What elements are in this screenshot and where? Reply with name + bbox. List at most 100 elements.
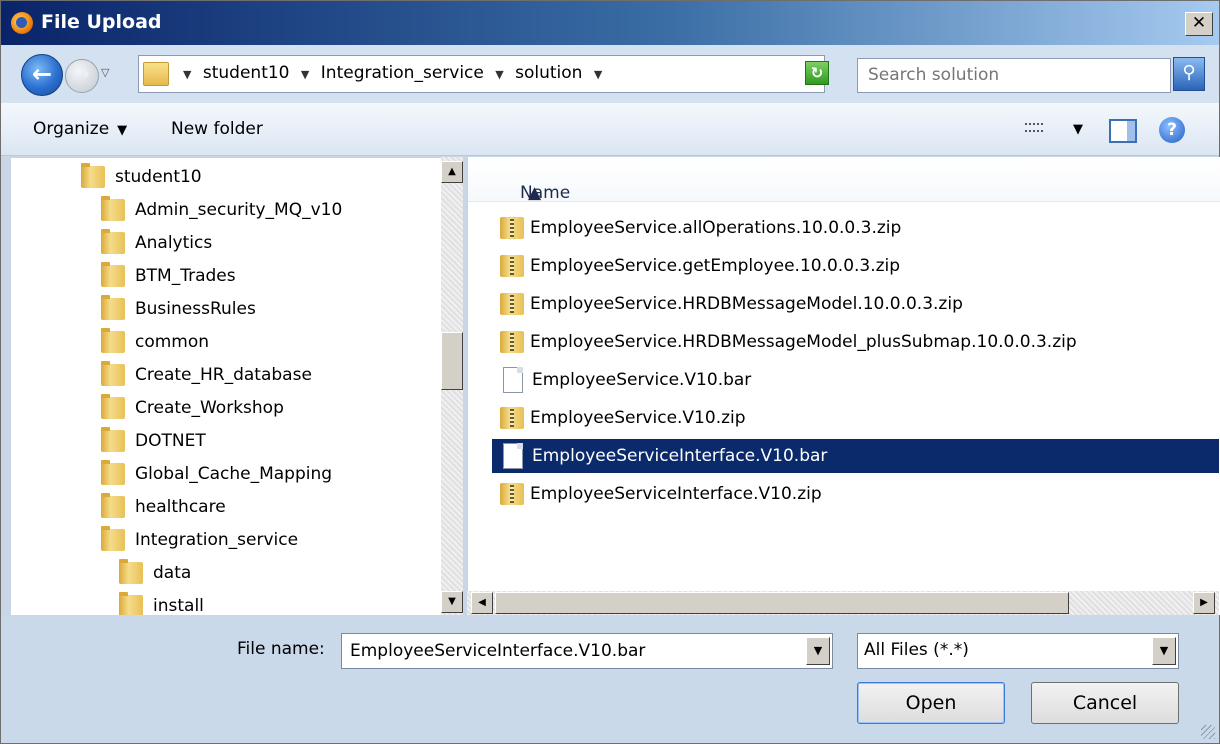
folder-icon (119, 559, 143, 584)
chevron-down-icon[interactable]: ▼ (806, 637, 830, 665)
file-name: EmployeeService.getEmployee.10.0.0.3.zip (530, 256, 901, 276)
scroll-left-button[interactable]: ◀ (471, 592, 493, 614)
folder-icon (101, 196, 125, 221)
file-item[interactable]: EmployeeService.HRDBMessageModel_plusSub… (492, 325, 1077, 359)
back-button[interactable]: ← (21, 54, 63, 96)
folder-icon (101, 394, 125, 419)
file-upload-dialog: File Upload ✕ ← → ▽ ▼ student10 ▼ Integr… (0, 0, 1220, 744)
tree-item[interactable]: BusinessRules (101, 294, 256, 324)
folder-icon (81, 163, 105, 188)
file-item[interactable]: EmployeeService.V10.bar (492, 363, 751, 397)
tree-item[interactable]: Create_HR_database (101, 360, 312, 390)
tree-item[interactable]: healthcare (101, 492, 226, 522)
file-name: EmployeeService.V10.bar (532, 370, 752, 390)
column-header-name[interactable]: Name ▲ (468, 157, 1220, 203)
new-folder-button[interactable]: New folder (171, 119, 263, 139)
breadcrumb-integration-service[interactable]: Integration_service (321, 63, 484, 83)
file-name-combobox[interactable]: ▼ (341, 633, 833, 669)
document-icon (503, 443, 523, 469)
refresh-button[interactable]: ↻ (805, 61, 829, 85)
zip-folder-icon (500, 331, 524, 353)
file-name: EmployeeService.allOperations.10.0.0.3.z… (530, 218, 902, 238)
file-name-field[interactable] (348, 640, 802, 662)
organize-button[interactable]: Organize ▼ (33, 119, 127, 139)
zip-folder-icon (500, 293, 524, 315)
tree-scrollbar[interactable]: ▲ ▼ (441, 157, 463, 615)
folder-icon (101, 262, 125, 287)
resize-grip[interactable] (1201, 725, 1215, 739)
breadcrumb-student10[interactable]: student10 (203, 63, 290, 83)
tree-item[interactable]: Global_Cache_Mapping (101, 459, 332, 489)
folder-icon (101, 328, 125, 353)
folder-icon (101, 427, 125, 452)
document-icon (503, 367, 523, 393)
folder-icon (101, 493, 125, 518)
scrollbar-thumb[interactable] (495, 592, 1069, 614)
navigation-tree: student10 Admin_security_MQ_v10 Analytic… (11, 157, 463, 617)
file-item-selected[interactable]: EmployeeServiceInterface.V10.bar (492, 439, 1219, 473)
tree-item[interactable]: DOTNET (101, 426, 206, 456)
tree-item[interactable]: student10 (81, 162, 202, 192)
tree-item[interactable]: Integration_service (101, 525, 298, 555)
chevron-down-icon[interactable]: ▼ (183, 68, 191, 81)
view-dropdown-icon[interactable]: ▼ (1073, 122, 1083, 137)
tree-item[interactable]: BTM_Trades (101, 261, 236, 291)
file-type-value: All Files (*.*) (864, 640, 969, 660)
file-type-select[interactable]: All Files (*.*) ▼ (857, 633, 1179, 669)
file-list: Name ▲ EmployeeService.allOperations.10.0… (467, 157, 1220, 615)
tree-item-label: healthcare (135, 497, 226, 517)
search-box[interactable] (857, 58, 1171, 93)
file-item[interactable]: EmployeeServiceInterface.V10.zip (492, 477, 822, 511)
breadcrumb-solution[interactable]: solution (515, 63, 582, 83)
tree-item[interactable]: data (119, 558, 191, 588)
tree-item[interactable]: common (101, 327, 209, 357)
navigation-bar: ← → ▽ ▼ student10 ▼ Integration_service … (1, 45, 1219, 103)
help-icon[interactable]: ? (1159, 117, 1185, 143)
recent-locations-dropdown[interactable]: ▽ (101, 66, 109, 79)
folder-icon (101, 526, 125, 551)
title-bar: File Upload ✕ (1, 1, 1219, 45)
tree-item-label: BusinessRules (135, 299, 256, 319)
folder-icon (101, 229, 125, 254)
folder-icon (143, 62, 169, 86)
scroll-down-button[interactable]: ▼ (441, 591, 463, 613)
file-item[interactable]: EmployeeService.V10.zip (492, 401, 746, 435)
search-icon[interactable]: ⚲ (1173, 57, 1205, 91)
tree-item[interactable]: Admin_security_MQ_v10 (101, 195, 342, 225)
zip-folder-icon (500, 255, 524, 277)
breadcrumb: ▼ student10 ▼ Integration_service ▼ solu… (183, 63, 608, 83)
file-name: EmployeeService.HRDBMessageModel.10.0.0.… (530, 294, 963, 314)
tree-item-label: BTM_Trades (135, 266, 236, 286)
tree-item-label: Global_Cache_Mapping (135, 464, 333, 484)
file-name: EmployeeServiceInterface.V10.bar (532, 446, 828, 466)
chevron-down-icon[interactable]: ▼ (594, 68, 602, 81)
scroll-up-button[interactable]: ▲ (441, 161, 463, 183)
sort-ascending-icon: ▲ (528, 183, 542, 203)
file-item[interactable]: EmployeeService.allOperations.10.0.0.3.z… (492, 211, 901, 245)
search-input[interactable] (866, 64, 1160, 86)
scroll-right-button[interactable]: ▶ (1193, 592, 1215, 614)
address-bar[interactable]: ▼ student10 ▼ Integration_service ▼ solu… (138, 55, 825, 93)
folder-icon (101, 361, 125, 386)
preview-pane-icon[interactable] (1109, 119, 1137, 143)
file-item[interactable]: EmployeeService.getEmployee.10.0.0.3.zip (492, 249, 900, 283)
cancel-button[interactable]: Cancel (1031, 682, 1179, 724)
file-name: EmployeeService.HRDBMessageModel_plusSub… (530, 332, 1077, 352)
view-options-icon[interactable] (1025, 120, 1043, 138)
tree-item[interactable]: Create_Workshop (101, 393, 284, 423)
forward-button[interactable]: → (65, 59, 99, 93)
chevron-down-icon[interactable]: ▼ (301, 68, 309, 81)
chevron-down-icon: ▼ (117, 123, 128, 138)
zip-folder-icon (500, 483, 524, 505)
tree-item-label: Integration_service (135, 530, 299, 550)
chevron-down-icon[interactable]: ▼ (1152, 637, 1176, 665)
chevron-down-icon[interactable]: ▼ (495, 68, 503, 81)
file-item[interactable]: EmployeeService.HRDBMessageModel.10.0.0.… (492, 287, 963, 321)
close-button[interactable]: ✕ (1185, 12, 1213, 36)
folder-icon (119, 592, 143, 617)
tree-item[interactable]: Analytics (101, 228, 212, 258)
firefox-icon (11, 12, 33, 34)
file-list-scrollbar[interactable]: ◀ ▶ (467, 591, 1219, 615)
scrollbar-thumb[interactable] (441, 332, 463, 390)
open-button[interactable]: Open (857, 682, 1005, 724)
